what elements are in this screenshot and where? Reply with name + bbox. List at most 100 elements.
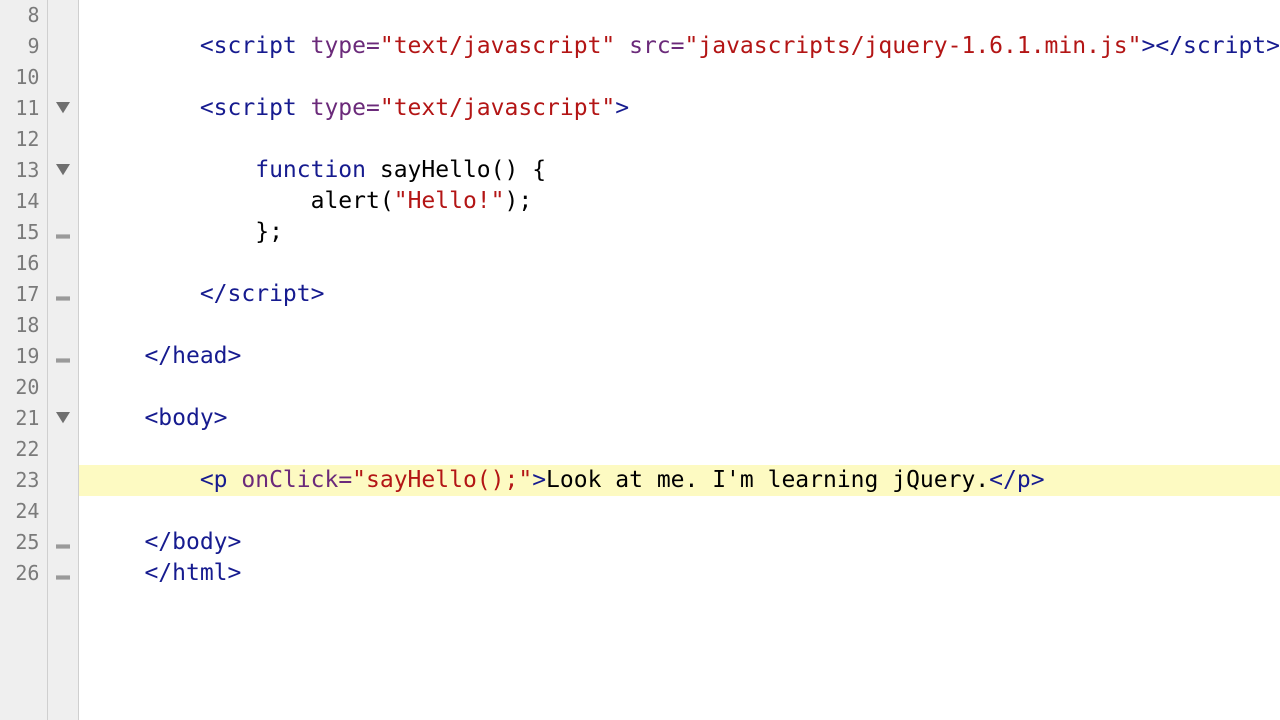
paren: ( <box>380 188 394 214</box>
code-line[interactable] <box>79 496 1280 527</box>
indent <box>89 405 144 431</box>
code-line[interactable] <box>79 62 1280 93</box>
code-line[interactable] <box>79 0 1280 31</box>
attr-name: src <box>629 33 671 59</box>
parens: () <box>491 157 519 183</box>
code-area[interactable]: <script type="text/javascript" src="java… <box>79 0 1280 720</box>
code-line[interactable]: </head> <box>79 341 1280 372</box>
code-line[interactable]: <script type="text/javascript"> <box>79 93 1280 124</box>
code-line[interactable]: <script type="text/javascript" src="java… <box>79 31 1280 62</box>
equals: = <box>366 95 380 121</box>
code-line[interactable] <box>79 248 1280 279</box>
code-editor: 8 9 10 11 12 13 14 15 16 17 18 19 20 21 … <box>0 0 1280 720</box>
code-line[interactable] <box>79 124 1280 155</box>
function-name: sayHello <box>380 157 491 183</box>
line-number: 12 <box>0 124 47 155</box>
fold-none-icon <box>48 31 78 62</box>
fold-none-icon <box>48 124 78 155</box>
tag: <script <box>200 95 311 121</box>
space <box>518 157 532 183</box>
fold-none-icon <box>48 0 78 31</box>
tag: <body> <box>144 405 227 431</box>
string: "Hello!" <box>394 188 505 214</box>
keyword: function <box>255 157 366 183</box>
tag: </scr <box>1155 33 1224 59</box>
code-line[interactable] <box>79 434 1280 465</box>
fold-open-icon[interactable] <box>48 155 78 186</box>
line-number: 22 <box>0 434 47 465</box>
indent <box>89 529 144 555</box>
line-number: 23 <box>0 465 47 496</box>
code-line[interactable]: </html> <box>79 558 1280 589</box>
line-number: 16 <box>0 248 47 279</box>
brace: { <box>532 157 546 183</box>
equals: = <box>338 467 352 493</box>
code-line[interactable]: function sayHello() { <box>79 155 1280 186</box>
tag: > <box>1142 33 1156 59</box>
call: alert <box>311 188 380 214</box>
equals: = <box>671 33 685 59</box>
fold-open-icon[interactable] <box>48 93 78 124</box>
line-number: 17 <box>0 279 47 310</box>
line-number: 18 <box>0 310 47 341</box>
fold-none-icon <box>48 434 78 465</box>
text: Look at me. I'm learning jQuery. <box>546 467 989 493</box>
code-line-highlighted[interactable]: <p onClick="sayHello();">Look at me. I'm… <box>79 465 1280 496</box>
tag: ipt> <box>269 281 324 307</box>
attr-name: type <box>311 33 366 59</box>
line-number: 21 <box>0 403 47 434</box>
indent <box>89 219 255 245</box>
indent <box>89 281 200 307</box>
code-line[interactable]: <body> <box>79 403 1280 434</box>
code-line[interactable]: }; <box>79 217 1280 248</box>
fold-none-icon <box>48 310 78 341</box>
line-number: 13 <box>0 155 47 186</box>
brace: } <box>255 219 269 245</box>
fold-end-icon <box>48 217 78 248</box>
tag: > <box>532 467 546 493</box>
tag: </scr <box>200 281 269 307</box>
line-number: 24 <box>0 496 47 527</box>
tag: </p> <box>989 467 1044 493</box>
fold-none-icon <box>48 62 78 93</box>
indent <box>89 95 200 121</box>
equals: = <box>366 33 380 59</box>
fold-open-icon[interactable] <box>48 403 78 434</box>
line-number: 14 <box>0 186 47 217</box>
indent <box>89 343 144 369</box>
code-line[interactable]: alert("Hello!"); <box>79 186 1280 217</box>
code-line[interactable]: </body> <box>79 527 1280 558</box>
attr-name: type <box>311 95 366 121</box>
tag: </head> <box>144 343 241 369</box>
fold-end-icon <box>48 341 78 372</box>
indent <box>89 33 200 59</box>
line-number: 19 <box>0 341 47 372</box>
tag: </html> <box>144 560 241 586</box>
line-number: 26 <box>0 558 47 589</box>
fold-none-icon <box>48 372 78 403</box>
fold-none-icon <box>48 465 78 496</box>
line-number: 15 <box>0 217 47 248</box>
space <box>366 157 380 183</box>
fold-none-icon <box>48 186 78 217</box>
code-line[interactable] <box>79 372 1280 403</box>
attr-value: "text/javascript" <box>380 95 615 121</box>
line-number-gutter: 8 9 10 11 12 13 14 15 16 17 18 19 20 21 … <box>0 0 48 720</box>
line-number: 20 <box>0 372 47 403</box>
indent <box>89 188 311 214</box>
fold-end-icon <box>48 558 78 589</box>
fold-gutter <box>48 0 79 720</box>
tag: <script <box>200 33 311 59</box>
semi: ; <box>269 219 283 245</box>
attr-value: "text/javascript" <box>380 33 615 59</box>
tag: > <box>615 95 629 121</box>
attr-value: "sayHello();" <box>352 467 532 493</box>
code-line[interactable] <box>79 310 1280 341</box>
line-number: 10 <box>0 62 47 93</box>
fold-end-icon <box>48 527 78 558</box>
code-line[interactable]: </script> <box>79 279 1280 310</box>
fold-end-icon <box>48 279 78 310</box>
tag: ipt> <box>1225 33 1280 59</box>
line-number: 9 <box>0 31 47 62</box>
paren: ) <box>505 188 519 214</box>
